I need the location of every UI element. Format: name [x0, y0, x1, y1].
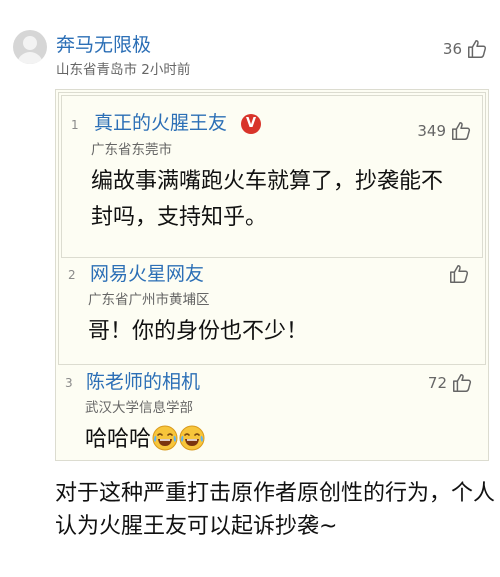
reply-like-button[interactable] — [448, 263, 470, 285]
comment-card: 奔马无限极 山东省青岛市 2小时前 36 1 真正的火腥王友 V 广东省东莞市 … — [0, 0, 500, 577]
reply-text: 哥！你的身份也不少！ — [88, 319, 309, 344]
floor-number: 3 — [65, 376, 73, 390]
reply-like-button[interactable]: 72 — [428, 372, 473, 394]
reply-like-count: 349 — [417, 121, 446, 140]
comment-like-count: 36 — [442, 39, 462, 58]
thumb-up-icon — [450, 265, 469, 283]
thumb-up-icon — [452, 122, 471, 140]
reply-text: 哈哈哈 — [85, 422, 455, 458]
reply-location: 广东省东莞市 — [91, 142, 172, 158]
thumb-up-icon — [468, 40, 487, 58]
reply-location: 武汉大学信息学部 — [85, 400, 193, 416]
commenter-username[interactable]: 奔马无限极 — [56, 36, 151, 55]
floor-number: 1 — [71, 118, 79, 132]
laughing-crying-emoji-icon — [152, 425, 178, 451]
reply-like-count: 72 — [427, 373, 447, 392]
reply-username[interactable]: 真正的火腥王友 — [94, 114, 227, 133]
reply-like-button[interactable]: 349 — [417, 120, 472, 142]
reply-text-content: 哈哈哈 — [85, 427, 152, 452]
reply-text: 编故事满嘴跑火车就算了，抄袭能不封吗，支持知乎。 — [91, 169, 444, 231]
reply-location: 广东省广州市黄埔区 — [88, 292, 210, 308]
laughing-crying-emoji-icon — [179, 425, 205, 451]
reply-username[interactable]: 网易火星网友 — [90, 265, 204, 284]
commenter-location-time: 山东省青岛市 2小时前 — [56, 62, 191, 78]
default-avatar-icon[interactable] — [13, 30, 47, 64]
thumb-up-icon — [453, 374, 472, 392]
verified-v-icon: V — [241, 114, 261, 134]
reply-username[interactable]: 陈老师的相机 — [86, 373, 200, 392]
comment-like-button[interactable]: 36 — [443, 38, 488, 60]
comment-body-text: 对于这种严重打击原作者原创性的行为，个人认为火腥王友可以起诉抄袭~ — [55, 481, 496, 539]
floor-number: 2 — [68, 268, 76, 282]
